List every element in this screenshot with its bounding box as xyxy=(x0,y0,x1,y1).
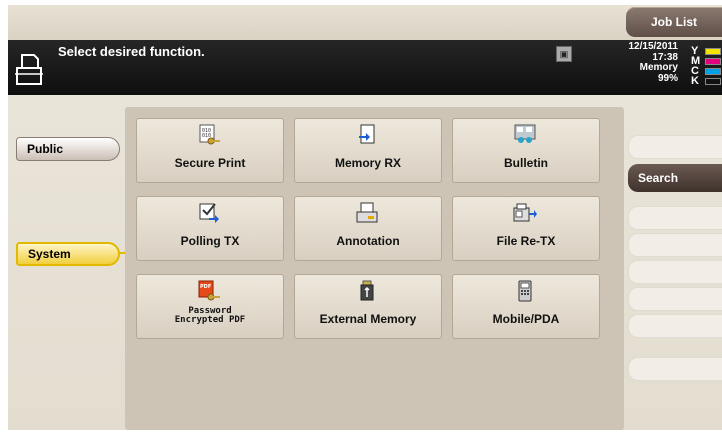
memory-rx-button[interactable]: Memory RX xyxy=(294,118,442,183)
toner-bar-y xyxy=(705,47,721,55)
secure-print-button[interactable]: 010 010 Secure Print xyxy=(136,118,284,183)
annotation-label: Annotation xyxy=(336,234,400,248)
right-disabled-button-4 xyxy=(628,260,722,284)
mobile-pda-button[interactable]: Mobile/PDA xyxy=(452,274,600,339)
toner-bar-c xyxy=(705,67,721,75)
memory-label: Memory xyxy=(639,62,678,73)
usb-memory-icon xyxy=(360,280,374,301)
right-disabled-button-2 xyxy=(628,206,722,230)
system-tab[interactable]: System xyxy=(16,242,120,266)
mobile-pda-label: Mobile/PDA xyxy=(492,312,560,326)
toner-row-k: K xyxy=(691,75,721,87)
device-screen: Job List Select desired function. ▣ 12/1… xyxy=(8,5,722,430)
memory-value: 99% xyxy=(657,72,678,84)
secure-print-icon: 010 010 xyxy=(199,124,220,145)
job-status-icon[interactable]: ▣ xyxy=(556,46,572,62)
right-disabled-button-7 xyxy=(628,357,722,381)
external-memory-label: External Memory xyxy=(319,312,417,326)
search-button[interactable]: Search xyxy=(628,164,722,192)
file-retx-label: File Re-TX xyxy=(496,234,556,248)
file-retx-button[interactable]: File Re-TX xyxy=(452,196,600,261)
date-text: 12/15/2011 xyxy=(628,41,679,52)
status-readout: 12/15/2011 17:38 Memory 99% xyxy=(608,41,679,84)
right-disabled-button-5 xyxy=(628,287,722,311)
toner-letter-k: K xyxy=(691,75,699,87)
toner-bar-m xyxy=(705,57,721,65)
right-disabled-button-6 xyxy=(628,314,722,338)
polling-tx-label: Polling TX xyxy=(180,234,240,248)
job-list-button[interactable]: Job List xyxy=(626,7,722,37)
right-disabled-button-1 xyxy=(628,135,722,159)
memory-rx-icon xyxy=(359,124,375,144)
annotation-button[interactable]: Annotation xyxy=(294,196,442,261)
top-strip xyxy=(8,5,722,42)
pdf-lock-icon: PDF xyxy=(198,280,220,301)
secure-print-label: Secure Print xyxy=(174,156,246,170)
bulletin-button[interactable]: Bulletin xyxy=(452,118,600,183)
polling-tx-icon xyxy=(199,203,219,223)
file-retx-icon xyxy=(513,203,537,222)
password-encrypted-pdf-button[interactable]: PDF Password Encrypted PDF xyxy=(136,274,284,339)
toner-levels: Y M C K xyxy=(691,46,721,87)
right-disabled-button-3 xyxy=(628,233,722,257)
mobile-pda-icon xyxy=(518,280,532,302)
message-bar: Select desired function. ▣ 12/15/2011 17… xyxy=(8,40,722,95)
svg-text:PDF: PDF xyxy=(200,284,211,290)
memory-rx-label: Memory RX xyxy=(334,156,402,170)
document-icon xyxy=(15,54,43,85)
external-memory-button[interactable]: External Memory xyxy=(294,274,442,339)
function-panel: 010 010 Secure Print Memory RX Bulletin xyxy=(125,107,624,430)
public-tab[interactable]: Public xyxy=(16,137,120,161)
polling-tx-button[interactable]: Polling TX xyxy=(136,196,284,261)
status-message: Select desired function. xyxy=(58,44,205,59)
annotation-icon xyxy=(356,202,378,223)
password-encrypted-pdf-label: Password Encrypted PDF xyxy=(137,307,283,325)
bulletin-label: Bulletin xyxy=(504,156,548,170)
right-column: Search xyxy=(624,107,722,430)
bulletin-icon xyxy=(514,124,536,143)
pdf-label-line2: Encrypted PDF xyxy=(174,315,246,325)
toner-bar-k xyxy=(705,77,721,85)
